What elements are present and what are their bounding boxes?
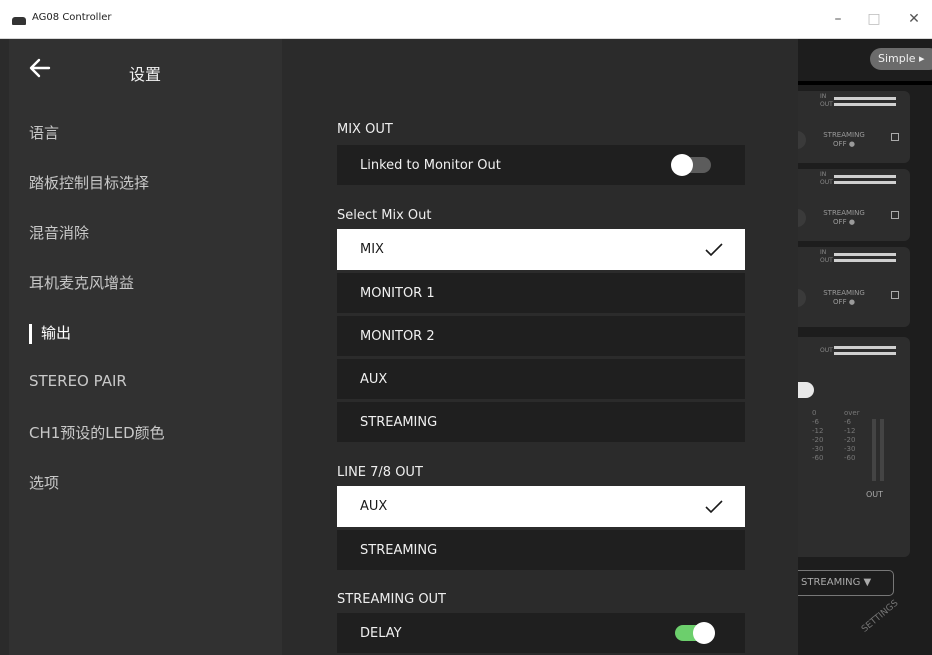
- delay-toggle[interactable]: [675, 622, 715, 644]
- checkmark-icon: [705, 499, 723, 513]
- sidebar-item-mix-minus[interactable]: 混音消除: [29, 222, 89, 243]
- channel-knob[interactable]: [798, 131, 806, 149]
- settings-sidebar: 设置 语言 踏板控制目标选择 混音消除 耳机麦克风增益 输出 STEREO PA…: [9, 39, 282, 655]
- channel-knob[interactable]: [798, 209, 806, 227]
- sidebar-item-ch1-led-color[interactable]: CH1预设的LED颜色: [29, 422, 165, 443]
- sidebar-item-headset-mic-gain[interactable]: 耳机麦克风增益: [29, 272, 134, 293]
- title-bar: AG08 Controller – □ ✕: [0, 0, 932, 39]
- meter-scale-right: over -6 -12 -20 -30 -60: [844, 409, 860, 462]
- background-divider: [798, 81, 932, 85]
- level-meter: IN OUT: [820, 250, 898, 264]
- background-channel-card: IN OUT STREAMING OFF ●: [798, 169, 910, 241]
- line-78-option-streaming[interactable]: STREAMING: [337, 530, 745, 570]
- mix-out-option-mix[interactable]: MIX: [337, 229, 745, 270]
- channel-knob[interactable]: [798, 289, 806, 307]
- sidebar-item-stereo-pair[interactable]: STEREO PAIR: [29, 372, 127, 390]
- checkmark-icon: [705, 242, 723, 256]
- level-meter: IN OUT: [820, 94, 898, 108]
- external-link-icon[interactable]: [891, 291, 899, 299]
- output-settings-panel: MIX OUT Linked to Monitor Out Select Mix…: [282, 39, 798, 655]
- window-title: AG08 Controller: [32, 12, 112, 23]
- background-mixer-panel: Simple ▸ IN OUT STREAMING OFF ● IN OUT ST…: [798, 39, 932, 655]
- meter-scale-left: 0 -6 -12 -20 -30 -60: [812, 409, 824, 462]
- background-master-card: OUT 0 -6 -12 -20 -30 -60 over -6 -12 -20 -30 -60 O…: [798, 337, 910, 557]
- external-link-icon[interactable]: [891, 133, 899, 141]
- level-meter: OUT: [820, 345, 898, 357]
- sidebar-item-output[interactable]: 输出: [29, 322, 71, 344]
- background-channel-card: IN OUT STREAMING OFF ●: [798, 247, 910, 327]
- select-mix-out-heading: Select Mix Out: [337, 208, 432, 223]
- sidebar-item-language[interactable]: 语言: [29, 122, 59, 143]
- streaming-status: STREAMING OFF ●: [823, 131, 865, 148]
- mix-out-option-streaming[interactable]: STREAMING: [337, 402, 745, 442]
- delay-label: DELAY: [360, 625, 402, 641]
- output-meter-label: OUT: [866, 490, 884, 499]
- mix-out-option-aux[interactable]: AUX: [337, 359, 745, 399]
- sidebar-item-options[interactable]: 选项: [29, 472, 59, 493]
- streaming-status: STREAMING OFF ●: [823, 209, 865, 226]
- line-78-option-aux[interactable]: AUX: [337, 486, 745, 527]
- delay-row[interactable]: DELAY: [337, 613, 745, 653]
- simple-mode-button[interactable]: Simple ▸: [870, 48, 932, 70]
- linked-to-monitor-out-row[interactable]: Linked to Monitor Out: [337, 145, 745, 185]
- app-icon: [12, 17, 26, 25]
- level-meter: IN OUT: [820, 172, 898, 186]
- linked-to-monitor-out-toggle[interactable]: [671, 154, 711, 176]
- linked-to-monitor-out-label: Linked to Monitor Out: [360, 157, 501, 173]
- external-link-icon[interactable]: [891, 211, 899, 219]
- minimize-button[interactable]: –: [826, 9, 850, 29]
- maximize-button[interactable]: □: [862, 9, 886, 29]
- sidebar-item-pedal-control[interactable]: 踏板控制目标选择: [29, 172, 149, 193]
- streaming-status: STREAMING OFF ●: [823, 289, 865, 306]
- streaming-select[interactable]: STREAMING ▼: [798, 570, 894, 596]
- master-toggle[interactable]: [798, 382, 814, 398]
- line-78-out-heading: LINE 7/8 OUT: [337, 465, 423, 480]
- mix-out-option-monitor-1[interactable]: MONITOR 1: [337, 273, 745, 313]
- settings-tab-label[interactable]: SETTINGS: [860, 599, 900, 635]
- sidebar-title: 设置: [129, 65, 162, 84]
- mix-out-heading: MIX OUT: [337, 122, 393, 137]
- background-channel-card: IN OUT STREAMING OFF ●: [798, 91, 910, 163]
- app-window: AG08 Controller – □ ✕ Simple ▸ IN OUT ST…: [0, 0, 932, 655]
- back-arrow-icon[interactable]: [29, 57, 51, 79]
- close-button[interactable]: ✕: [902, 9, 926, 29]
- mix-out-option-monitor-2[interactable]: MONITOR 2: [337, 316, 745, 356]
- streaming-out-heading: STREAMING OUT: [337, 592, 447, 607]
